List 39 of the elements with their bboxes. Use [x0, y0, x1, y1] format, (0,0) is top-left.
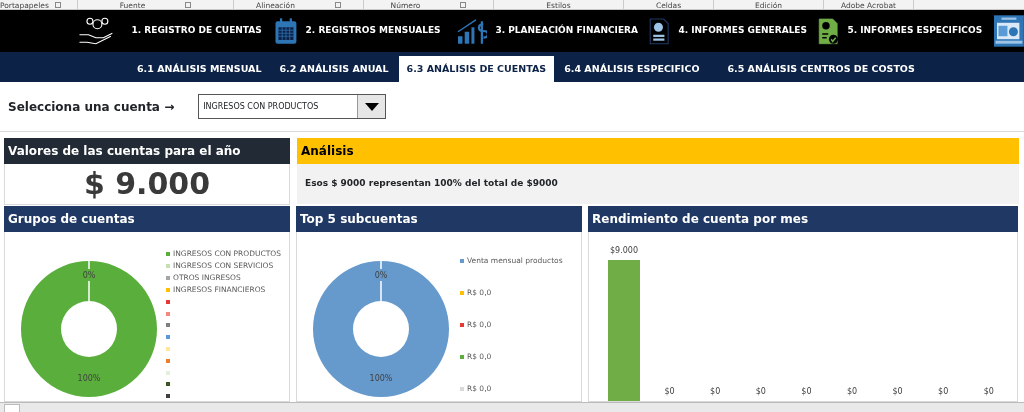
tab[interactable]: 6.5 ANÁLISIS CENTROS DE COSTOS	[719, 56, 923, 82]
caret-down-icon	[364, 102, 379, 111]
value-label: $0	[846, 387, 858, 396]
nav-link[interactable]: 5. INFORMES ESPECIFICOS	[847, 24, 983, 38]
value-label: $0	[938, 387, 949, 396]
tab[interactable]: 6.1 ANÁLISIS MENSUAL	[129, 56, 270, 82]
panel-title: Análisis	[297, 138, 1019, 164]
nav-link[interactable]: 1. REGISTRO DE CUENTAS	[131, 24, 262, 38]
nav-link[interactable]: 2. REGISTROS MENSUALES	[305, 24, 441, 38]
field-label: Selecciona una cuenta →	[8, 98, 175, 116]
percent-label: 100%	[77, 374, 101, 383]
value-label: $0	[710, 387, 721, 396]
account-dropdown[interactable]: INGRESOS CON PRODUCTOS	[198, 94, 387, 119]
value-label: $0	[755, 387, 766, 396]
tab[interactable]: 6.3 ANÁLISIS DE CUENTAS	[398, 56, 555, 82]
percent-label: 100%	[369, 374, 393, 383]
value-label: $0	[983, 387, 994, 396]
value-label: $9.000	[610, 246, 638, 255]
panel-title: Rendimiento de cuenta por mes	[588, 206, 1018, 232]
tab[interactable]: 6.4 ANÁLISIS ESPECIFICO	[556, 56, 708, 82]
percent-label: 0%	[374, 271, 388, 280]
value-label: $0	[892, 387, 903, 396]
nav-link[interactable]: 4. INFORMES GENERALES	[678, 24, 807, 38]
scrollbar-thumb[interactable]	[4, 403, 20, 412]
analysis-text: Esos $ 9000 representan 100% del total de $9000	[305, 177, 558, 191]
dialog-launcher-icon[interactable]	[334, 2, 341, 8]
panel-title: Valores de las cuentas para el año	[4, 138, 290, 164]
dialog-launcher-icon[interactable]	[54, 2, 61, 8]
dialog-launcher-icon[interactable]	[185, 2, 192, 8]
percent-label: 0%	[82, 271, 96, 280]
nav-link[interactable]: 3. PLANEACIÓN FINANCIERA	[495, 24, 638, 38]
dialog-launcher-icon[interactable]	[460, 2, 467, 8]
total-value: $ 9.000	[83, 166, 211, 201]
value-label: $0	[664, 387, 675, 396]
scrollbar[interactable]	[0, 402, 1024, 412]
value-label: $0	[801, 387, 812, 396]
panel-title: Top 5 subcuentas	[296, 206, 582, 232]
tab[interactable]: 6.2 ANÁLISIS ANUAL	[271, 56, 397, 82]
panel-title: Grupos de cuentas	[4, 206, 290, 232]
